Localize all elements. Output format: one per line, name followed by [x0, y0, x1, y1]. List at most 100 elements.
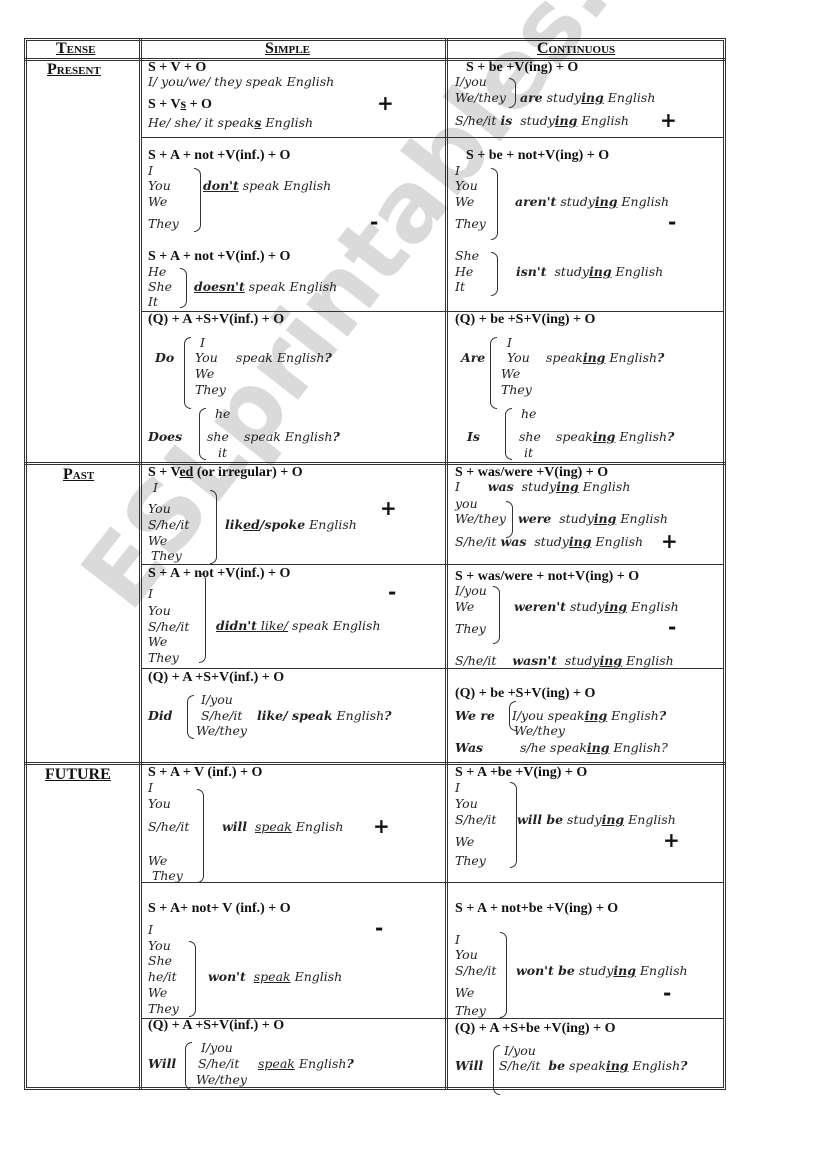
brace	[199, 573, 206, 663]
subject: They	[148, 1001, 179, 1016]
formula: S + A + not+be +V(ing) + O	[455, 901, 619, 916]
example: won't be studying English	[516, 963, 688, 978]
header-tense: Tense	[56, 40, 96, 57]
formula: S + be +V(ing) + O	[466, 60, 579, 75]
plus-sign: +	[380, 496, 397, 520]
tense-label-future: FUTURE	[45, 766, 111, 783]
example: S/he/it wasn't studying English	[455, 653, 674, 668]
minus-sign: -	[388, 580, 397, 604]
brace	[184, 337, 191, 409]
example: S/he/it is studying English	[455, 113, 629, 128]
subject: I	[153, 480, 158, 495]
subject: I	[200, 335, 205, 350]
subject: He	[455, 264, 474, 279]
subject: I	[148, 922, 153, 937]
brace	[491, 168, 498, 240]
subject: S/he/it	[148, 517, 190, 532]
brace	[493, 586, 500, 644]
subject: I/you	[504, 1043, 536, 1058]
subject: It	[455, 279, 465, 294]
brace	[500, 932, 507, 1018]
formula: S + V + O	[148, 60, 207, 75]
subject: We	[148, 533, 168, 548]
example: I/you speaking English?	[512, 708, 667, 723]
subject: We	[455, 194, 475, 209]
row-divider	[141, 882, 724, 883]
subject: They	[455, 1003, 486, 1018]
subject: We/they	[514, 723, 565, 738]
subject: You	[148, 603, 171, 618]
brace	[185, 1042, 192, 1090]
subject: You	[455, 796, 478, 811]
example: won't speak English	[208, 969, 343, 984]
brace	[199, 408, 206, 460]
formula: (Q) + A +S+be +V(ing) + O	[455, 1021, 616, 1036]
auxiliary: Is	[467, 429, 480, 444]
auxiliary: Are	[461, 350, 486, 365]
plus-sign: +	[377, 91, 394, 115]
brace	[510, 782, 517, 868]
subject: They	[148, 650, 179, 665]
subject: We	[455, 599, 475, 614]
formula: S + A + not +V(inf.) + O	[148, 148, 291, 163]
example: doesn't speak English	[194, 279, 338, 294]
subject: you	[455, 496, 478, 511]
subject: They	[455, 853, 486, 868]
header-continuous: Continuous	[537, 40, 616, 57]
plus-sign: +	[373, 814, 390, 838]
auxiliary: Do	[155, 350, 175, 365]
subject: They	[501, 382, 532, 397]
subject: You	[148, 796, 171, 811]
auxiliary: We re	[455, 708, 495, 723]
subject: she	[207, 429, 229, 444]
subject: We	[148, 194, 168, 209]
subject: He	[148, 264, 167, 279]
present-past-divider	[24, 462, 726, 465]
subject: You	[195, 350, 218, 365]
subject: We	[195, 366, 215, 381]
subject: She	[148, 279, 173, 294]
example: isn't studying English	[516, 264, 664, 279]
example: will speak English	[222, 819, 344, 834]
subject: She	[148, 953, 173, 968]
row-divider	[141, 564, 724, 565]
tense-label-past: Past	[63, 466, 95, 483]
brace	[509, 78, 516, 108]
subject: I/you	[455, 74, 487, 89]
subject: she	[519, 429, 541, 444]
auxiliary: Will	[148, 1056, 177, 1071]
auxiliary: Was	[455, 740, 484, 755]
brace	[189, 941, 196, 1017]
example: speak English?	[244, 429, 340, 444]
subject: S/he/it	[148, 619, 190, 634]
subject: We	[148, 853, 168, 868]
subject: You	[507, 350, 530, 365]
subject: You	[148, 938, 171, 953]
example: He/ she/ it speaks English	[148, 115, 314, 130]
brace	[491, 252, 498, 296]
example: like/ speak English?	[257, 708, 392, 723]
brace	[194, 168, 201, 232]
tense-label-present: Present	[47, 61, 101, 78]
minus-sign: -	[663, 981, 672, 1005]
example: I/ you/we/ they speak English	[148, 74, 335, 89]
subject: You	[455, 178, 478, 193]
subject: They	[152, 868, 183, 883]
subject: We/they	[196, 1072, 247, 1087]
minus-sign: -	[668, 615, 677, 639]
subject: I/you	[455, 583, 487, 598]
formula: S + A + not +V(inf.) + O	[148, 249, 291, 264]
brace	[505, 408, 512, 460]
tense-chart-page: ESLprintables.com Tense Simple Continuou…	[0, 0, 821, 1169]
example: are studying English	[520, 90, 656, 105]
example: speaking English?	[556, 429, 675, 444]
subject: They	[455, 216, 486, 231]
subject: We	[501, 366, 521, 381]
past-future-divider	[24, 762, 726, 765]
subject: I/you	[201, 1040, 233, 1055]
subject: I	[455, 163, 460, 178]
subject: You	[148, 178, 171, 193]
subject: S/he/it	[198, 1056, 240, 1071]
formula: S + was/were +V(ing) + O	[455, 465, 609, 480]
minus-sign: -	[668, 210, 677, 234]
